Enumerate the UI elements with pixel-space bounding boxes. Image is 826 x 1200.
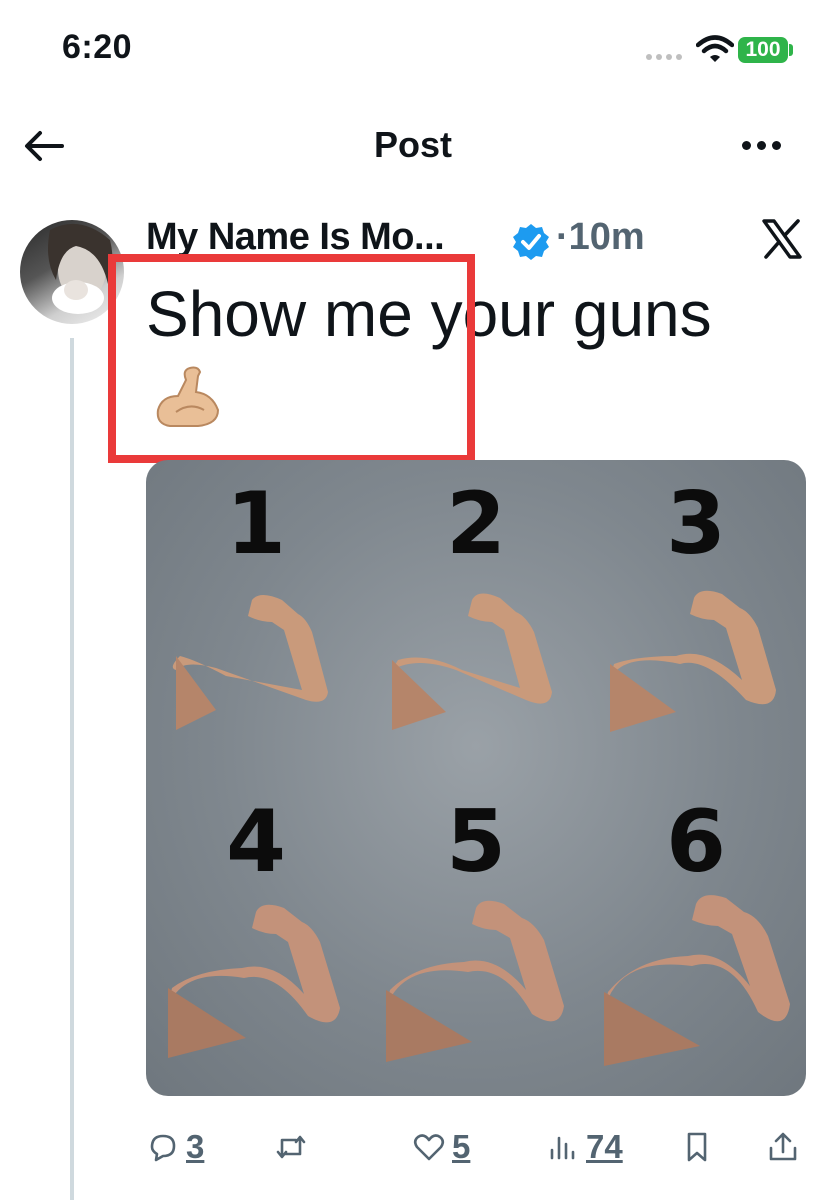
arm-label: 5 xyxy=(446,792,506,892)
like-button[interactable]: 5 xyxy=(412,1122,470,1172)
arm-illustration xyxy=(392,593,552,730)
repost-icon xyxy=(276,1135,306,1159)
media-cell: 4 xyxy=(146,778,366,1096)
arm-label: 6 xyxy=(666,792,726,892)
thread-line xyxy=(70,338,74,1200)
arm-illustration xyxy=(172,595,328,730)
status-time: 6:20 xyxy=(62,28,133,66)
like-count: 5 xyxy=(452,1128,471,1165)
arm-illustration xyxy=(604,895,790,1066)
arm-illustration xyxy=(610,590,776,732)
media-cell: 1 xyxy=(146,460,366,778)
separator-dot: · xyxy=(556,216,569,258)
repost-button[interactable] xyxy=(274,1122,308,1172)
annotation-highlight-box xyxy=(108,254,475,463)
media-cell: 2 xyxy=(366,460,586,778)
arm-label: 3 xyxy=(666,474,726,574)
reply-button[interactable]: 3 xyxy=(146,1122,204,1172)
media-cell: 6 xyxy=(586,778,806,1096)
arm-label: 4 xyxy=(226,792,286,892)
more-options-icon[interactable] xyxy=(742,128,788,162)
post-timestamp: ·10m xyxy=(556,216,645,259)
views-chart-icon xyxy=(550,1136,575,1160)
reply-icon xyxy=(150,1134,176,1162)
bookmark-button[interactable] xyxy=(680,1122,714,1172)
arm-label: 1 xyxy=(226,474,286,574)
arm-illustration xyxy=(168,904,340,1058)
bookmark-icon xyxy=(687,1132,707,1162)
heart-icon xyxy=(413,1134,445,1161)
verified-badge-icon xyxy=(513,224,549,260)
page-title: Post xyxy=(373,124,452,165)
media-cell: 5 xyxy=(366,778,586,1096)
share-icon xyxy=(769,1132,797,1161)
arm-label: 2 xyxy=(446,474,506,574)
x-logo-icon xyxy=(762,219,802,259)
views-button[interactable]: 74 xyxy=(546,1122,623,1172)
share-button[interactable] xyxy=(766,1122,800,1172)
post-actions-bar: 3 5 74 xyxy=(146,1122,806,1172)
post-image[interactable]: 1 2 3 4 5 6 xyxy=(146,460,806,1096)
media-cell: 3 xyxy=(586,460,806,778)
reply-count: 3 xyxy=(186,1128,205,1165)
author-name[interactable]: My Name Is Mo... xyxy=(146,216,445,259)
battery-nub xyxy=(789,44,793,56)
cellular-signal-icon xyxy=(646,52,688,62)
battery-indicator: 100 xyxy=(738,37,788,63)
wifi-icon xyxy=(696,35,734,62)
view-count: 74 xyxy=(586,1128,623,1165)
time-ago: 10m xyxy=(568,216,645,258)
arm-illustration xyxy=(386,900,564,1062)
